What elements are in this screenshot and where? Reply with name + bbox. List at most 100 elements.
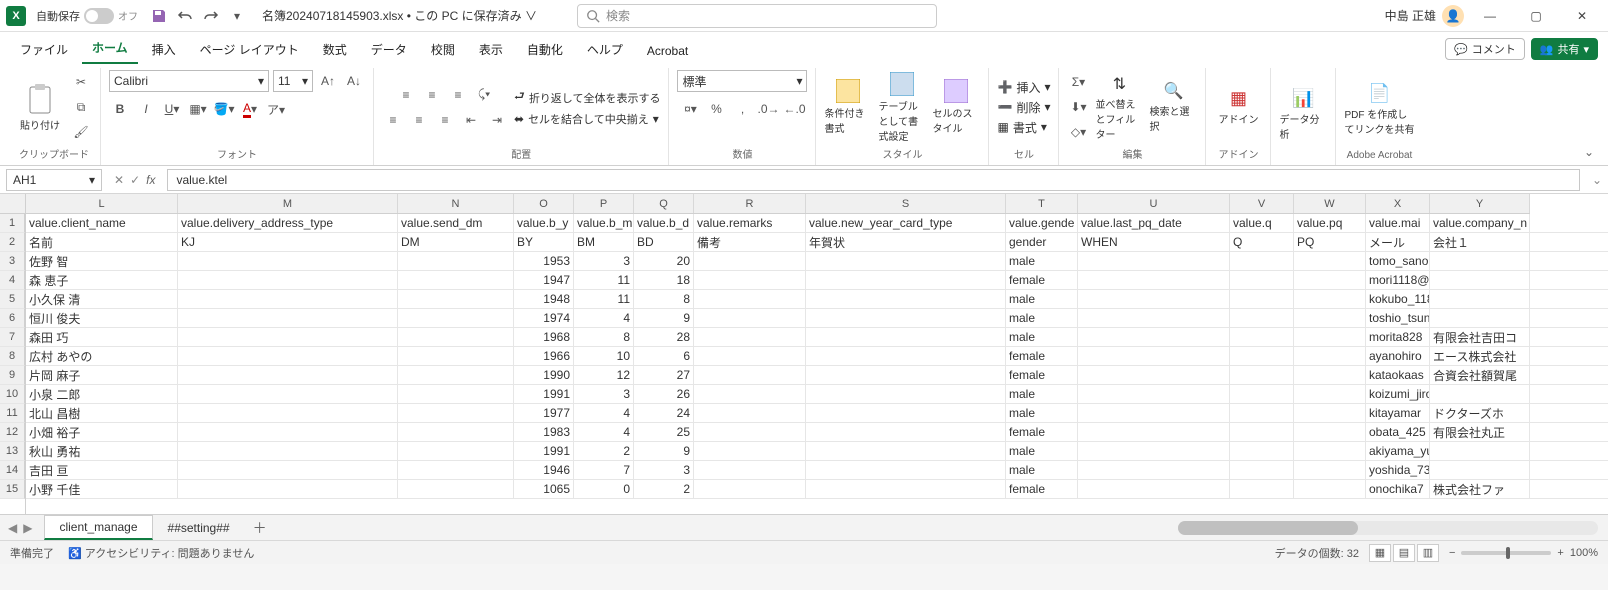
cell[interactable]: 小野 千佳 [26,480,178,498]
tab-page-layout[interactable]: ページ レイアウト [190,35,309,64]
cell[interactable]: value.new_year_card_type [806,214,1006,232]
cell[interactable]: mori1118@example.net [1366,271,1430,289]
merge-center-button[interactable]: ⬌セルを結合して中央揃え▾ [514,111,659,127]
cell[interactable] [694,385,806,403]
cell[interactable] [694,442,806,460]
tab-insert[interactable]: 挿入 [142,35,186,64]
fx-icon[interactable]: fx [146,173,155,187]
cell[interactable]: 有限会社丸正 [1430,423,1530,441]
cell[interactable] [178,442,398,460]
cell[interactable] [398,404,514,422]
cell[interactable]: 森 恵子 [26,271,178,289]
border-button[interactable]: ▦▾ [187,98,209,120]
tab-automate[interactable]: 自動化 [517,35,573,64]
cell[interactable]: value.mai [1366,214,1430,232]
column-header[interactable]: L [26,194,178,213]
phonetic-button[interactable]: ア▾ [265,98,287,120]
tab-view[interactable]: 表示 [469,35,513,64]
zoom-level[interactable]: 100% [1570,547,1598,559]
row-header[interactable]: 3 [0,252,25,271]
cell[interactable]: 1983 [514,423,574,441]
column-header[interactable]: M [178,194,398,213]
find-select-button[interactable]: 🔍検索と選択 [1149,81,1197,133]
cell[interactable]: male [1006,309,1078,327]
increase-decimal-icon[interactable]: .0→ [757,98,779,120]
cell[interactable]: 1948 [514,290,574,308]
cell[interactable] [694,423,806,441]
cell[interactable] [1230,347,1294,365]
cell[interactable] [1430,252,1530,270]
cell[interactable] [1078,347,1230,365]
autosave-toggle[interactable]: 自動保存 オフ [36,8,138,24]
cell[interactable]: 有限会社吉田コ [1430,328,1530,346]
cell[interactable]: 6 [634,347,694,365]
cell[interactable]: value.company_n [1430,214,1530,232]
cell[interactable]: 11 [574,271,634,289]
cell[interactable]: 11 [574,290,634,308]
enter-formula-icon[interactable]: ✓ [130,173,140,187]
cell[interactable] [694,347,806,365]
cell[interactable] [1078,385,1230,403]
cell[interactable]: Q [1230,233,1294,251]
decrease-indent-icon[interactable]: ⇤ [460,109,482,131]
wrap-text-button[interactable]: ⮐折り返して全体を表示する [514,87,660,108]
row-header[interactable]: 10 [0,385,25,404]
format-cells-button[interactable]: ▦書式▾ [997,119,1046,136]
row-header[interactable]: 11 [0,404,25,423]
cell[interactable] [1078,461,1230,479]
align-middle-icon[interactable]: ≡ [421,84,443,106]
cell[interactable] [1430,271,1530,289]
file-name[interactable]: 名簿20240718145903.xlsx • この PC に保存済み ∨ [262,7,537,24]
cell[interactable]: kataokaas [1366,366,1430,384]
cell[interactable]: 1947 [514,271,574,289]
cell[interactable]: DM [398,233,514,251]
cell[interactable] [1230,423,1294,441]
cell[interactable]: morita828 [1366,328,1430,346]
cell[interactable]: 合資会社額賀尾 [1430,366,1530,384]
cell[interactable]: 吉田 亘 [26,461,178,479]
scrollbar-thumb[interactable] [1178,521,1358,535]
cell[interactable] [1230,290,1294,308]
cell[interactable] [806,290,1006,308]
cell[interactable]: 20 [634,252,694,270]
align-center-icon[interactable]: ≡ [408,109,430,131]
cell[interactable]: 小久保 清 [26,290,178,308]
increase-font-icon[interactable]: A↑ [317,70,339,92]
column-header[interactable]: O [514,194,574,213]
cells-area[interactable]: value.client_namevalue.delivery_address_… [26,214,1608,514]
fill-icon[interactable]: ⬇▾ [1067,96,1089,118]
cell[interactable] [1430,442,1530,460]
cell[interactable]: value.client_name [26,214,178,232]
cell[interactable]: 1990 [514,366,574,384]
cell[interactable] [1078,480,1230,498]
cell[interactable]: BM [574,233,634,251]
insert-cells-button[interactable]: ➕挿入▾ [997,79,1050,96]
name-box[interactable]: AH1▾ [6,169,102,191]
cell[interactable]: kitayamar [1366,404,1430,422]
cell[interactable]: WHEN [1078,233,1230,251]
cell[interactable] [1230,328,1294,346]
cell[interactable] [178,480,398,498]
cell[interactable] [398,309,514,327]
cell[interactable]: 1065 [514,480,574,498]
row-header[interactable]: 2 [0,233,25,252]
cell[interactable]: 3 [574,252,634,270]
cell[interactable] [1230,252,1294,270]
cell[interactable]: KJ [178,233,398,251]
page-break-view-icon[interactable]: ▥ [1417,544,1439,562]
cell[interactable] [1294,309,1366,327]
close-button[interactable]: ✕ [1562,2,1602,30]
cell[interactable] [178,404,398,422]
cell[interactable] [694,271,806,289]
cell[interactable] [178,423,398,441]
cell[interactable] [1078,404,1230,422]
cell[interactable] [398,252,514,270]
cell[interactable]: value.b_y [514,214,574,232]
cell[interactable] [1294,480,1366,498]
cell[interactable]: female [1006,423,1078,441]
comments-button[interactable]: 💬 コメント [1445,38,1525,60]
tab-home[interactable]: ホーム [82,33,138,64]
column-header[interactable]: T [1006,194,1078,213]
cell[interactable]: 1991 [514,385,574,403]
cell[interactable]: 9 [634,442,694,460]
